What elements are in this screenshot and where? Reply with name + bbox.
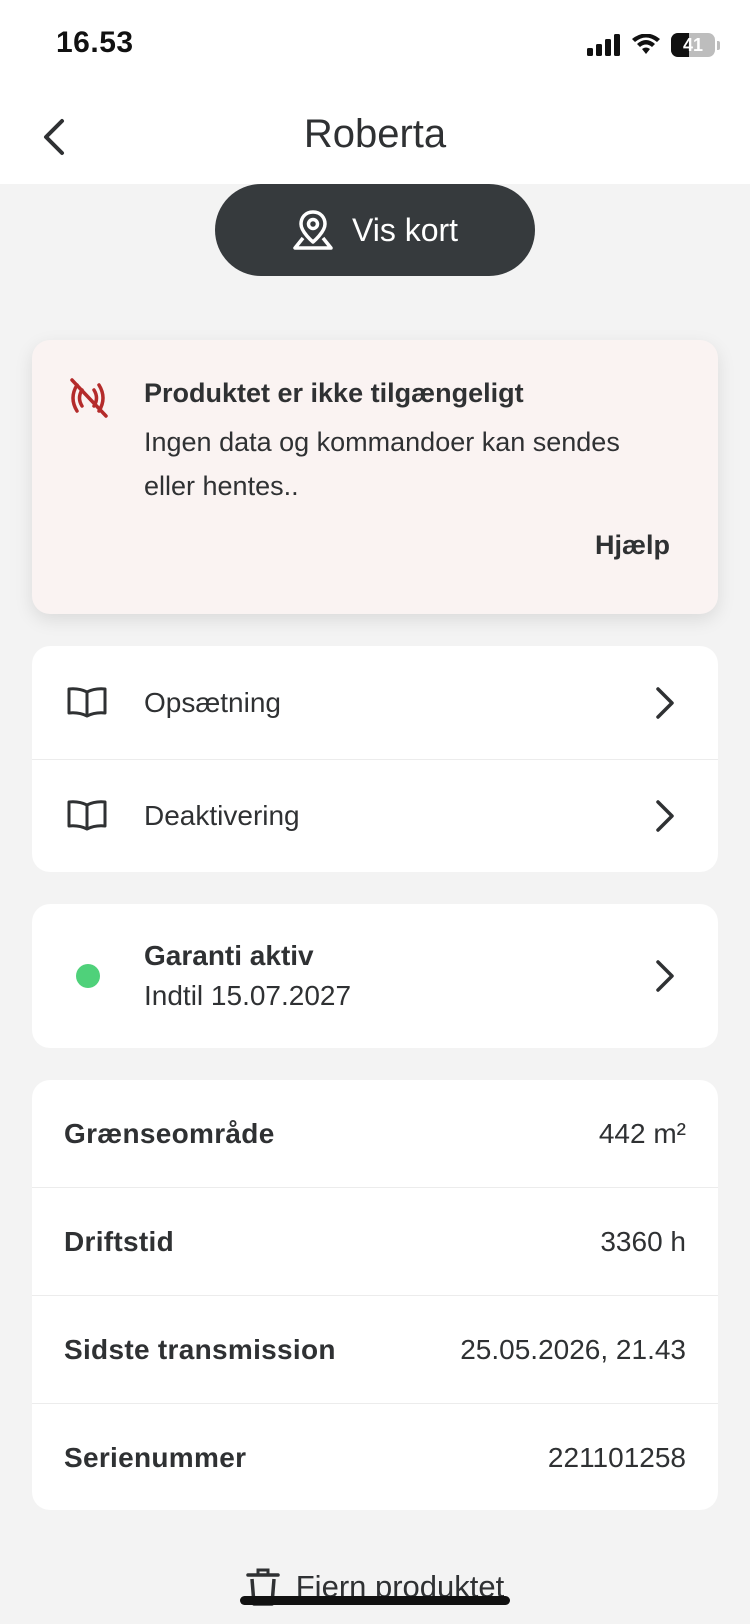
wifi-icon [632,34,660,54]
warranty-card[interactable]: Garanti aktiv Indtil 15.07.2027 [32,904,718,1048]
warranty-title: Garanti aktiv [144,940,314,971]
warranty-expiry: Indtil 15.07.2027 [144,980,352,1011]
battery-tip [717,40,720,50]
page-title: Roberta [303,112,447,156]
status-time: 16.53 [56,26,134,59]
show-map-button[interactable]: Vis kort [215,184,535,276]
nav-item-label: Deaktivering [144,799,300,831]
warranty-status-dot [76,964,100,988]
status-icons: 41 [587,30,720,60]
product-info-card: Grænseområde 442 m² Driftstid 3360 h Sid… [32,1080,718,1510]
location-pin-icon [293,210,333,250]
info-row-serial-number: Serienummer 221101258 [32,1404,718,1511]
alert-message: Ingen data og kommandoer kan sendes elle… [144,427,620,501]
book-icon [67,686,107,717]
info-key: Driftstid [64,1226,175,1257]
home-indicator [240,1596,510,1605]
info-row-last-transmission: Sidste transmission 25.05.2026, 21.43 [32,1296,718,1403]
nav-item-setup[interactable]: Opsætning [32,646,718,759]
info-value: 25.05.2026, 21.43 [460,1334,686,1365]
info-row-boundary-area: Grænseområde 442 m² [32,1080,718,1187]
unavailable-alert: Produktet er ikke tilgængeligt Ingen dat… [32,340,718,614]
signal-icon [587,34,620,56]
info-value: 3360 h [600,1226,686,1257]
nav-item-deactivation[interactable]: Deaktivering [32,759,718,872]
battery-level: 41 [682,34,704,55]
book-icon [67,799,107,830]
info-key: Grænseområde [64,1118,275,1149]
top-bar: 16.53 41 Roberta [0,0,750,184]
info-value: 442 m² [598,1118,686,1149]
show-map-label: Vis kort [351,211,459,248]
no-signal-icon [70,378,108,418]
alert-title: Produktet er ikke tilgængeligt [144,378,524,408]
nav-item-label: Opsætning [144,686,281,718]
chevron-right-icon [656,799,674,832]
chevron-right-icon [656,960,674,992]
info-row-operating-time: Driftstid 3360 h [32,1188,718,1295]
info-value: 221101258 [547,1442,686,1473]
battery-icon: 41 [671,33,715,57]
info-key: Serienummer [64,1442,247,1473]
info-key: Sidste transmission [64,1334,336,1365]
chevron-right-icon [656,686,674,719]
guides-card: Opsætning Deaktivering [32,646,718,872]
help-link[interactable]: Hjælp [595,530,670,561]
